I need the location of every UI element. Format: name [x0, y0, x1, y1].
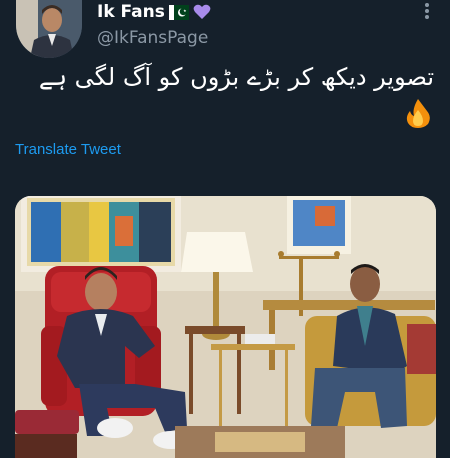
- tweet-media-image[interactable]: [15, 196, 436, 458]
- translate-tweet-link[interactable]: Translate Tweet: [15, 141, 121, 158]
- more-options-button[interactable]: [416, 0, 438, 22]
- author-handle[interactable]: @IkFansPage: [97, 28, 208, 48]
- purple-heart-icon: [193, 4, 211, 20]
- author-avatar[interactable]: [16, 0, 82, 58]
- fire-emoji-icon: [402, 97, 434, 129]
- photo: [15, 196, 436, 458]
- tweet-text: تصویر دیکھ کر بڑے بڑوں کو آگ لگی ہے: [38, 63, 434, 91]
- author-name[interactable]: Ik Fans: [97, 2, 165, 22]
- more-options-icon: [425, 3, 429, 19]
- author-line: Ik Fans: [97, 0, 211, 24]
- avatar-image: [16, 0, 82, 58]
- pakistan-flag-icon: [168, 4, 189, 20]
